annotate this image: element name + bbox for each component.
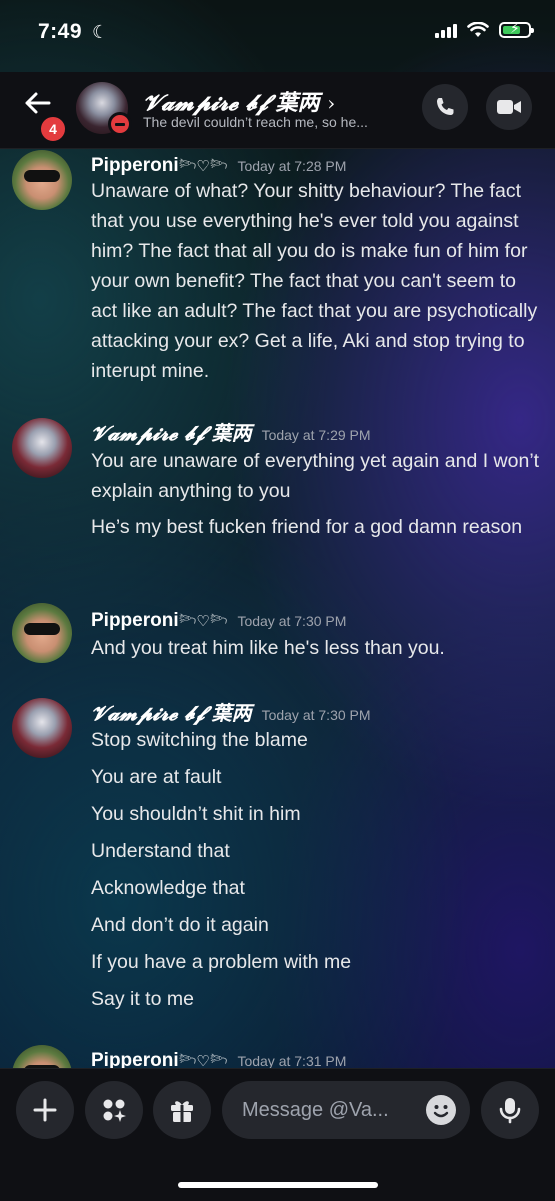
message-timestamp: Today at 7:31 PM	[237, 1053, 347, 1069]
status-bar: 7:49 ☾ ⚡	[0, 0, 555, 72]
message-input-placeholder: Message @Va...	[242, 1098, 389, 1121]
custom-status: The devil couldn’t reach me, so he...	[143, 114, 368, 130]
dnd-status-icon	[108, 112, 132, 136]
microphone-icon	[499, 1098, 521, 1124]
message-text: Understand that	[91, 840, 230, 862]
message-text: You are at fault	[91, 766, 222, 788]
message-text: If you have a problem with me	[91, 951, 352, 973]
message-text: And you treat him like he's less than yo…	[91, 637, 445, 659]
sparkles-icon	[103, 1099, 126, 1122]
gift-icon	[171, 1101, 193, 1122]
message-timestamp: Today at 7:28 PM	[237, 158, 347, 174]
message-text: And don’t do it again	[91, 914, 269, 936]
message-text: Unaware of what? Your shitty behaviour? …	[91, 180, 538, 382]
cellular-signal-icon	[435, 22, 457, 38]
avatar[interactable]	[12, 418, 72, 478]
message-author[interactable]: 𝓥𝓪𝓶𝓹𝓲𝓻𝓮 𝓫𝓯 葉两 Today at 7:30 PM	[91, 697, 371, 726]
channel-name: 𝓥𝓪𝓶𝓹𝓲𝓻𝓮 𝓫𝓯 葉两	[143, 90, 320, 116]
apps-button[interactable]	[85, 1081, 143, 1139]
unread-badge: 4	[38, 114, 68, 144]
focus-moon-icon: ☾	[92, 22, 109, 42]
chevron-right-icon: ›	[327, 91, 336, 115]
message-text: You shouldn’t shit in him	[91, 803, 301, 825]
video-call-button[interactable]	[486, 84, 532, 130]
message-text: Say it to me	[91, 988, 194, 1010]
message-text: Acknowledge that	[91, 877, 245, 899]
wifi-icon	[467, 22, 489, 37]
gift-button[interactable]	[153, 1081, 211, 1139]
emoji-icon[interactable]	[426, 1095, 456, 1125]
message-author[interactable]: Pipperoni𓆸♡𓆸 Today at 7:28 PM	[91, 151, 346, 177]
message-author[interactable]: Pipperoni𓆸♡𓆸 Today at 7:30 PM	[91, 606, 346, 632]
message-timestamp: Today at 7:30 PM	[237, 613, 347, 629]
status-icons: ⚡	[435, 20, 534, 38]
video-camera-icon	[497, 100, 521, 114]
phone-icon	[437, 98, 454, 115]
message-author[interactable]: 𝓥𝓪𝓶𝓹𝓲𝓻𝓮 𝓫𝓯 葉两 Today at 7:29 PM	[91, 417, 371, 446]
voice-call-button[interactable]	[422, 84, 468, 130]
message-timestamp: Today at 7:29 PM	[261, 427, 371, 443]
avatar[interactable]	[12, 150, 72, 210]
avatar[interactable]	[12, 698, 72, 758]
battery-charging-icon: ⚡	[499, 20, 534, 38]
message-timestamp: Today at 7:30 PM	[261, 707, 371, 723]
message-text: He’s my best fucken friend for a god dam…	[91, 516, 523, 538]
clock: 7:49	[38, 20, 83, 43]
message-text: You are unaware of everything yet again …	[91, 450, 540, 502]
home-indicator[interactable]	[178, 1182, 378, 1188]
voice-message-button[interactable]	[481, 1081, 539, 1139]
message-input[interactable]: Message @Va...	[222, 1081, 470, 1139]
channel-title[interactable]: 𝓥𝓪𝓶𝓹𝓲𝓻𝓮 𝓫𝓯 葉两 ›	[143, 85, 335, 117]
message-text: Stop switching the blame	[91, 729, 308, 751]
add-attachment-button[interactable]	[16, 1081, 74, 1139]
avatar[interactable]	[12, 603, 72, 663]
plus-icon	[33, 1098, 57, 1122]
dm-header: 4 𝓥𝓪𝓶𝓹𝓲𝓻𝓮 𝓫𝓯 葉两 › The devil couldn’t rea…	[0, 72, 555, 149]
